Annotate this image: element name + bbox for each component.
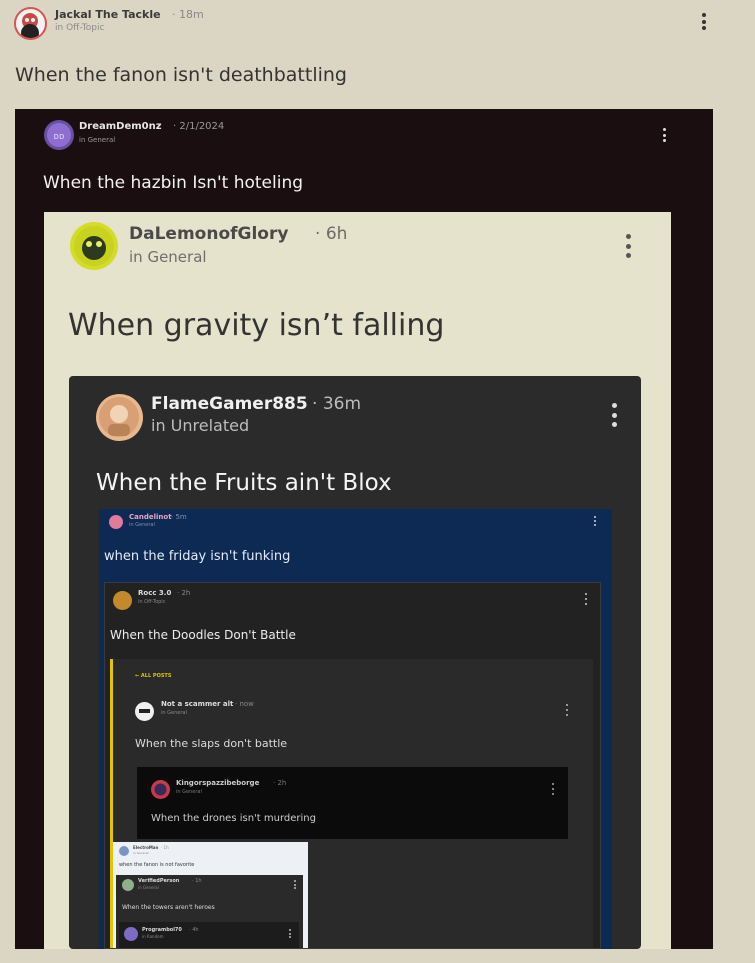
quote-category: in Unrelated: [151, 416, 250, 435]
quote-avatar: [124, 927, 138, 941]
quote-avatar: [109, 515, 123, 529]
post-author[interactable]: Jackal The Tackle: [55, 8, 161, 21]
quote-author: Not a scammer alt: [161, 700, 234, 708]
quote-card: Kingorspazzibeborge · 2h in General When…: [137, 767, 568, 839]
avatar-image: [139, 709, 150, 713]
quote-author: FlameGamer885: [151, 394, 308, 414]
quote-card: DaLemonofGlory · 6h in General When grav…: [44, 212, 671, 949]
avatar-image: [154, 783, 167, 796]
quote-time-value: 1h: [163, 845, 169, 850]
avatar-image: [99, 397, 139, 437]
post-image[interactable]: ᴅᴅ DreamDem0nz · 2/1/2024 in General Whe…: [15, 109, 713, 949]
avatar-image: [74, 226, 114, 266]
avatar[interactable]: [14, 7, 47, 40]
quote-time: · 1h: [192, 878, 202, 884]
quote-time: · now: [235, 700, 254, 708]
quote-time: · 4h: [189, 927, 199, 933]
quote-category: in Random: [142, 934, 164, 939]
quote-category: in General: [133, 851, 149, 855]
quote-menu-icon: [593, 516, 597, 526]
quote-time: · 2h: [177, 589, 191, 597]
avatar-image: [21, 13, 39, 38]
quote-author: Programbol70: [142, 927, 182, 933]
quote-author: DreamDem0nz: [79, 121, 162, 132]
quote-category: in General: [161, 710, 187, 716]
quote-category: in General: [176, 789, 202, 795]
quote-time: · 1h: [161, 845, 169, 850]
quote-time: · 36m: [312, 394, 362, 414]
avatar-image: ᴅᴅ: [47, 123, 71, 147]
quote-time-value: 36m: [322, 394, 362, 414]
quote-category: in General: [79, 136, 116, 144]
quote-author: VerifiedPerson: [138, 878, 180, 884]
quote-text: When the slaps don't battle: [135, 737, 288, 750]
quote-text: When the Fruits ain't Blox: [96, 470, 392, 496]
quote-avatar: [151, 780, 170, 799]
svg-text:ᴅᴅ: ᴅᴅ: [54, 132, 65, 142]
quote-time: · 6h: [315, 224, 348, 244]
quote-menu-icon: [288, 929, 291, 938]
quote-card: Programbol70 · 4h in Random: [119, 922, 299, 948]
post-menu-icon[interactable]: [700, 13, 708, 30]
quote-time-value: now: [239, 700, 254, 708]
quote-text: When the towers aren't heroes: [122, 904, 215, 911]
quote-time-value: 5m: [175, 513, 187, 521]
quote-card: ElectroMan · 1h in General when the fano…: [113, 842, 308, 948]
page: { "post": { "author": "Jackal The Tackle…: [0, 0, 755, 963]
post-text: When the fanon isn't deathbattling: [15, 64, 347, 86]
quote-time-value: 2/1/2024: [179, 121, 225, 132]
quote-card: Candelinot · 5m in General when the frid…: [99, 509, 612, 949]
quote-avatar: [70, 222, 118, 270]
quote-author: Candelinot: [129, 513, 172, 521]
post-time: · 18m: [172, 8, 204, 21]
quote-avatar: ᴅᴅ: [44, 120, 74, 150]
quote-author: Rocc 3.0: [138, 589, 172, 597]
quote-author: ElectroMan: [133, 845, 159, 850]
quote-text: When gravity isn’t falling: [68, 308, 445, 343]
quote-time: · 5m: [171, 513, 187, 521]
quote-author: Kingorspazzibeborge: [176, 779, 260, 787]
quote-time-value: 1h: [195, 878, 202, 884]
quote-menu-icon: [293, 880, 296, 889]
quote-text: When the Doodles Don't Battle: [110, 628, 296, 642]
quote-menu-icon: [610, 403, 618, 427]
quote-category: in Off-Topic: [138, 599, 166, 605]
quote-avatar: [119, 846, 129, 856]
quote-time-value: 2h: [277, 779, 287, 787]
quote-text: when the fanon is not favorite: [119, 862, 195, 868]
post-time-value: 18m: [179, 8, 204, 21]
quote-menu-icon: [624, 234, 632, 258]
post-category[interactable]: in Off-Topic: [55, 23, 104, 33]
quote-category: in General: [129, 522, 155, 528]
quote-avatar: [113, 591, 132, 610]
quote-card: ← ALL POSTS Not a scammer alt · now in G…: [110, 659, 593, 948]
quote-card: Rocc 3.0 · 2h in Off-Topic When the Dood…: [104, 582, 601, 949]
quote-time: · 2h: [273, 779, 287, 787]
quote-text: when the friday isn't funking: [104, 549, 291, 564]
quote-menu-icon: [551, 783, 555, 795]
quote-menu-icon: [661, 128, 667, 142]
quote-time-value: 2h: [181, 589, 191, 597]
quote-time: · 2/1/2024: [173, 121, 225, 132]
quote-author: DaLemonofGlory: [129, 224, 289, 244]
quote-card: VerifiedPerson · 1h in General When the …: [116, 875, 303, 948]
quote-avatar: [135, 702, 154, 721]
quote-menu-icon: [584, 593, 588, 605]
quote-avatar: [122, 879, 134, 891]
quote-category: in General: [129, 248, 207, 266]
quote-category: in General: [138, 885, 159, 890]
quote-time-value: 6h: [325, 224, 348, 244]
quote-menu-icon: [565, 704, 569, 716]
quote-card: FlameGamer885 · 36m in Unrelated When th…: [69, 376, 641, 949]
back-link: ← ALL POSTS: [135, 673, 172, 679]
quote-avatar: [96, 394, 143, 441]
quote-text: When the drones isn't murdering: [151, 813, 316, 824]
quote-text: When the hazbin Isn't hoteling: [43, 173, 304, 193]
quote-time-value: 4h: [192, 927, 199, 933]
